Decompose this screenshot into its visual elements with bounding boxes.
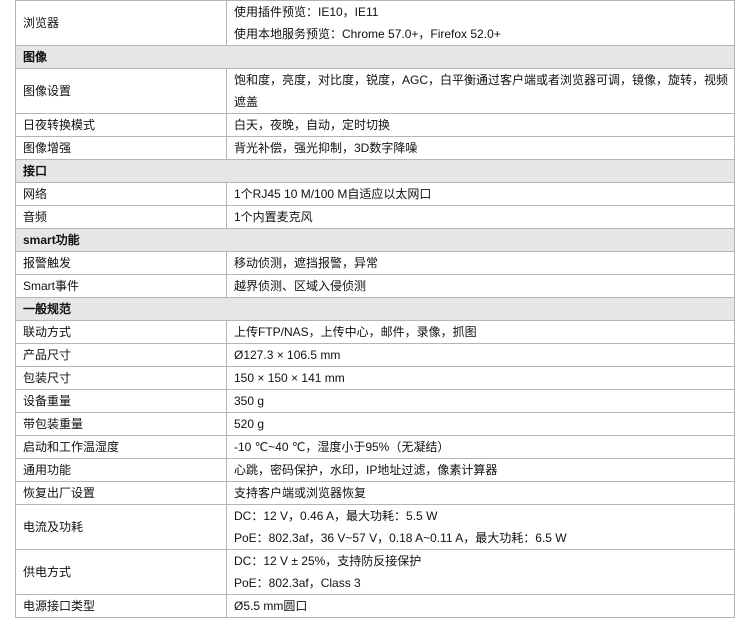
spec-label: 电流及功耗: [15, 504, 227, 550]
spec-row: 通用功能 心跳，密码保护，水印，IP地址过滤，像素计算器: [15, 458, 735, 482]
spec-value: 350 g: [226, 389, 735, 413]
spec-label: Smart事件: [15, 274, 227, 298]
spec-row: 图像增强 背光补偿，强光抑制，3D数字降噪: [15, 136, 735, 160]
spec-label: 网络: [15, 182, 227, 206]
spec-row: 产品尺寸 Ø127.3 × 106.5 mm: [15, 343, 735, 367]
spec-row: 浏览器 使用插件预览：IE10，IE11 使用本地服务预览：Chrome 57.0+…: [15, 0, 735, 46]
spec-row: 包装尺寸 150 × 150 × 141 mm: [15, 366, 735, 390]
section-header-row: 接口: [15, 159, 735, 183]
spec-value-line: 背光补偿，强光抑制，3D数字降噪: [234, 141, 418, 155]
spec-value-line: 150 × 150 × 141 mm: [234, 371, 345, 385]
spec-value-line: DC：12 V，0.46 A，最大功耗：5.5 W: [234, 509, 438, 523]
spec-row: 报警触发 移动侦测，遮挡报警，异常: [15, 251, 735, 275]
section-header: 一般规范: [15, 297, 735, 321]
spec-value-line: 移动侦测，遮挡报警，异常: [234, 256, 379, 270]
spec-label: 浏览器: [15, 0, 227, 46]
section-header-row: 图像: [15, 45, 735, 69]
spec-value: 白天，夜晚，自动，定时切换: [226, 113, 735, 137]
spec-label: 带包装重量: [15, 412, 227, 436]
spec-value-line: DC：12 V ± 25%，支持防反接保护: [234, 554, 422, 568]
spec-label: 供电方式: [15, 549, 227, 595]
spec-table: 浏览器 使用插件预览：IE10，IE11 使用本地服务预览：Chrome 57.0+…: [15, 0, 735, 618]
section-header: 接口: [15, 159, 735, 183]
spec-row: 日夜转换模式 白天，夜晚，自动，定时切换: [15, 113, 735, 137]
spec-value-line: 支持客户端或浏览器恢复: [234, 486, 367, 500]
spec-value-line: 使用本地服务预览：Chrome 57.0+，Firefox 52.0+: [234, 27, 501, 41]
spec-value: 520 g: [226, 412, 735, 436]
spec-row: 供电方式 DC：12 V ± 25%，支持防反接保护 PoE：802.3af，Cla…: [15, 549, 735, 595]
section-header-row: 一般规范: [15, 297, 735, 321]
spec-value-line: 1个内置麦克风: [234, 210, 313, 224]
spec-label: 音频: [15, 205, 227, 229]
spec-row: 恢复出厂设置 支持客户端或浏览器恢复: [15, 481, 735, 505]
spec-label: 恢复出厂设置: [15, 481, 227, 505]
spec-row: 电源接口类型 Ø5.5 mm圆口: [15, 594, 735, 618]
spec-value: 心跳，密码保护，水印，IP地址过滤，像素计算器: [226, 458, 735, 482]
spec-value: DC：12 V ± 25%，支持防反接保护 PoE：802.3af，Class 3: [226, 549, 735, 595]
spec-label: 设备重量: [15, 389, 227, 413]
spec-value: Ø5.5 mm圆口: [226, 594, 735, 618]
spec-label: 包装尺寸: [15, 366, 227, 390]
spec-table-body: 浏览器 使用插件预览：IE10，IE11 使用本地服务预览：Chrome 57.0+…: [15, 0, 735, 618]
spec-value-line: 350 g: [234, 394, 265, 408]
spec-value: DC：12 V，0.46 A，最大功耗：5.5 W PoE：802.3af，36 …: [226, 504, 735, 550]
spec-value-line: Ø127.3 × 106.5 mm: [234, 348, 341, 362]
spec-label: 联动方式: [15, 320, 227, 344]
spec-value-line: PoE：802.3af，36 V~57 V，0.18 A~0.11 A，最大功耗…: [234, 531, 567, 545]
spec-value: 越界侦测、区域入侵侦测: [226, 274, 735, 298]
spec-value-line: 饱和度，亮度，对比度，锐度，AGC，白平衡通过客户端或者浏览器可调，镜像，旋转，…: [234, 73, 729, 109]
spec-label: 产品尺寸: [15, 343, 227, 367]
spec-value: 使用插件预览：IE10，IE11 使用本地服务预览：Chrome 57.0+，Fi…: [226, 0, 735, 46]
section-header-row: smart功能: [15, 228, 735, 252]
spec-row: Smart事件 越界侦测、区域入侵侦测: [15, 274, 735, 298]
section-header: smart功能: [15, 228, 735, 252]
spec-value-line: 520 g: [234, 417, 265, 431]
spec-label: 日夜转换模式: [15, 113, 227, 137]
spec-row: 电流及功耗 DC：12 V，0.46 A，最大功耗：5.5 W PoE：802.3a…: [15, 504, 735, 550]
spec-value: 150 × 150 × 141 mm: [226, 366, 735, 390]
spec-row: 设备重量 350 g: [15, 389, 735, 413]
spec-value-line: 上传FTP/NAS，上传中心，邮件，录像，抓图: [234, 325, 477, 339]
spec-value: 饱和度，亮度，对比度，锐度，AGC，白平衡通过客户端或者浏览器可调，镜像，旋转，…: [226, 68, 735, 114]
spec-value: Ø127.3 × 106.5 mm: [226, 343, 735, 367]
spec-value: 支持客户端或浏览器恢复: [226, 481, 735, 505]
spec-value: 背光补偿，强光抑制，3D数字降噪: [226, 136, 735, 160]
spec-row: 启动和工作温湿度 -10 ℃~40 ℃，湿度小于95%（无凝结）: [15, 435, 735, 459]
spec-value: 上传FTP/NAS，上传中心，邮件，录像，抓图: [226, 320, 735, 344]
spec-label: 电源接口类型: [15, 594, 227, 618]
spec-value-line: 1个RJ45 10 M/100 M自适应以太网口: [234, 187, 432, 201]
spec-label: 图像设置: [15, 68, 227, 114]
spec-label: 报警触发: [15, 251, 227, 275]
spec-label: 图像增强: [15, 136, 227, 160]
spec-value: -10 ℃~40 ℃，湿度小于95%（无凝结）: [226, 435, 735, 459]
spec-value-line: 白天，夜晚，自动，定时切换: [234, 118, 391, 132]
spec-value-line: 越界侦测、区域入侵侦测: [234, 279, 367, 293]
spec-row: 网络 1个RJ45 10 M/100 M自适应以太网口: [15, 182, 735, 206]
spec-label: 通用功能: [15, 458, 227, 482]
spec-row: 带包装重量 520 g: [15, 412, 735, 436]
spec-row: 联动方式 上传FTP/NAS，上传中心，邮件，录像，抓图: [15, 320, 735, 344]
spec-row: 音频 1个内置麦克风: [15, 205, 735, 229]
spec-value-line: Ø5.5 mm圆口: [234, 599, 308, 613]
spec-value: 1个内置麦克风: [226, 205, 735, 229]
spec-label: 启动和工作温湿度: [15, 435, 227, 459]
spec-value: 移动侦测，遮挡报警，异常: [226, 251, 735, 275]
section-header: 图像: [15, 45, 735, 69]
spec-value: 1个RJ45 10 M/100 M自适应以太网口: [226, 182, 735, 206]
spec-value-line: PoE：802.3af，Class 3: [234, 576, 361, 590]
spec-value-line: 心跳，密码保护，水印，IP地址过滤，像素计算器: [234, 463, 498, 477]
spec-row: 图像设置 饱和度，亮度，对比度，锐度，AGC，白平衡通过客户端或者浏览器可调，镜像…: [15, 68, 735, 114]
spec-value-line: -10 ℃~40 ℃，湿度小于95%（无凝结）: [234, 440, 450, 454]
spec-value-line: 使用插件预览：IE10，IE11: [234, 5, 379, 19]
